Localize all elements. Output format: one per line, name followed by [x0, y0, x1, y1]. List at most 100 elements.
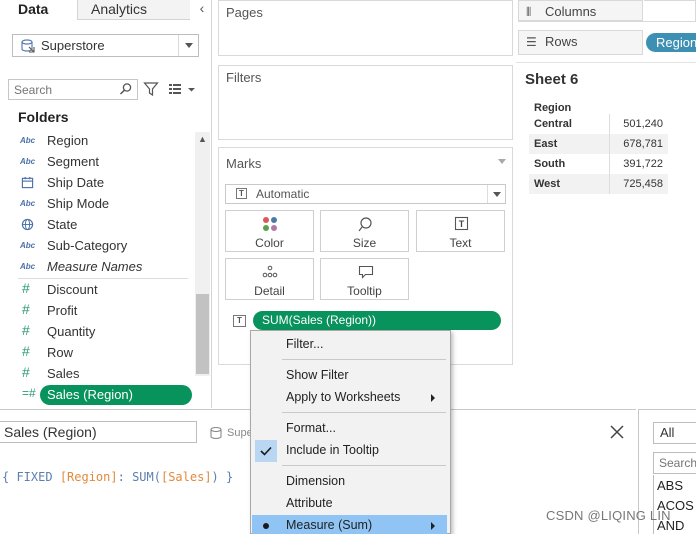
tab-analytics[interactable]: Analytics: [78, 0, 190, 20]
field-sales-region[interactable]: =# Sales (Region): [18, 385, 190, 405]
field-quantity[interactable]: # Quantity: [18, 322, 190, 342]
chevron-left-icon[interactable]: ‹: [194, 0, 210, 18]
menu-item-label: Dimension: [286, 474, 346, 488]
menu-item-filter[interactable]: Filter...: [252, 334, 447, 356]
scrollbar-thumb[interactable]: [196, 294, 209, 374]
svg-text:T: T: [459, 219, 465, 229]
value-cell[interactable]: 501,240: [608, 114, 668, 134]
close-icon[interactable]: [608, 423, 626, 441]
field-ship-date[interactable]: Ship Date: [18, 173, 190, 193]
region-cell[interactable]: East: [529, 134, 609, 154]
sum-sales-region-pill[interactable]: SUM(Sales (Region)): [253, 311, 501, 330]
size-label: Size: [352, 236, 377, 250]
datasource-dropdown[interactable]: Superstore: [12, 34, 199, 57]
search-input[interactable]: [14, 82, 114, 98]
submenu-arrow-icon: [431, 522, 435, 530]
field-label: Segment: [47, 154, 100, 169]
field-measure-names[interactable]: Abc Measure Names: [18, 257, 190, 277]
menu-item-include-in-tooltip[interactable]: Include in Tooltip: [252, 440, 447, 462]
number-type-icon: #: [22, 301, 30, 317]
field-label: Row: [47, 345, 74, 360]
calculation-name-input[interactable]: [0, 421, 197, 443]
pill-label: Region: [656, 35, 696, 50]
radio-bullet-icon: [255, 515, 277, 534]
menu-item-measure-sum[interactable]: Measure (Sum): [252, 515, 447, 534]
columns-shelf[interactable]: ⦀ Columns: [518, 0, 696, 22]
function-item[interactable]: ABS: [657, 478, 683, 493]
filters-title: Filters: [226, 70, 262, 85]
field-sales[interactable]: # Sales: [18, 364, 190, 384]
table-row[interactable]: West 725,458: [529, 174, 668, 194]
region-rows-pill[interactable]: Region: [646, 33, 696, 52]
table-row[interactable]: East 678,781: [529, 134, 668, 154]
field-segment[interactable]: Abc Segment: [18, 152, 190, 172]
tab-data[interactable]: Data: [0, 0, 78, 20]
field-divider: [18, 278, 188, 279]
tooltip-button[interactable]: Tooltip: [320, 258, 409, 300]
text-mark-icon[interactable]: T: [233, 315, 246, 327]
menu-item-label: Include in Tooltip: [286, 443, 379, 457]
region-column-header[interactable]: Region: [529, 95, 609, 114]
mark-type-dropdown[interactable]: T Automatic: [225, 184, 506, 204]
chevron-down-icon[interactable]: [178, 35, 198, 56]
string-type-icon: Abc: [20, 262, 36, 271]
formula-colon: :: [117, 470, 133, 484]
chevron-down-icon[interactable]: [498, 159, 506, 164]
color-icon: [263, 217, 277, 231]
mark-type-label: Automatic: [256, 187, 310, 201]
filters-shelf[interactable]: Filters: [218, 65, 513, 140]
field-discount[interactable]: # Discount: [18, 280, 190, 300]
folders-heading: Folders: [18, 109, 69, 125]
text-button[interactable]: T Text: [416, 210, 505, 252]
menu-item-apply-to-worksheets[interactable]: Apply to Worksheets: [252, 387, 447, 409]
region-cell[interactable]: West: [529, 174, 609, 194]
detail-icon: [262, 265, 278, 278]
submenu-arrow-icon: [431, 394, 435, 402]
field-state[interactable]: State: [18, 215, 190, 235]
calculation-formula-editor[interactable]: { FIXED [Region]: SUM([Sales]) }: [2, 470, 233, 484]
columns-drop-zone[interactable]: [644, 0, 696, 22]
number-type-icon: #: [22, 280, 30, 296]
chevron-down-icon[interactable]: [487, 185, 505, 203]
tooltip-label: Tooltip: [347, 284, 382, 298]
sheet-divider: [516, 62, 696, 63]
field-profit[interactable]: # Profit: [18, 301, 190, 321]
field-row[interactable]: # Row: [18, 343, 190, 363]
field-ship-mode[interactable]: Abc Ship Mode: [18, 194, 190, 214]
field-label: Sub-Category: [47, 238, 128, 253]
menu-item-attribute[interactable]: Attribute: [252, 493, 447, 515]
field-search[interactable]: [8, 79, 138, 100]
field-region[interactable]: Abc Region: [18, 131, 190, 151]
field-sub-category[interactable]: Abc Sub-Category: [18, 236, 190, 256]
size-button[interactable]: Size: [320, 210, 409, 252]
region-cell[interactable]: Central: [529, 114, 609, 134]
table-row[interactable]: Central 501,240: [529, 114, 668, 134]
color-label: Color: [255, 236, 284, 250]
pages-shelf[interactable]: Pages: [218, 0, 513, 56]
value-cell[interactable]: 725,458: [608, 174, 668, 194]
menu-item-show-filter[interactable]: Show Filter: [252, 365, 447, 387]
menu-item-format[interactable]: Format...: [252, 418, 447, 440]
filter-icon[interactable]: [143, 81, 159, 97]
sheet-title[interactable]: Sheet 6: [525, 71, 578, 88]
number-type-icon: #: [22, 322, 30, 338]
field-label: Region: [47, 133, 89, 148]
field-label: Ship Mode: [47, 196, 110, 211]
calendar-icon: [21, 176, 34, 189]
data-pane: Data Analytics ‹ Superstore Folders ▲ Ab…: [0, 0, 212, 408]
detail-button[interactable]: Detail: [225, 258, 314, 300]
view-options-icon[interactable]: [168, 81, 196, 97]
region-cell[interactable]: South: [529, 154, 609, 174]
color-button[interactable]: Color: [225, 210, 314, 252]
field-label: Sales: [47, 366, 80, 381]
formula-brace: {: [2, 470, 17, 484]
string-type-icon: Abc: [20, 241, 36, 250]
scroll-up-icon[interactable]: ▲: [195, 132, 210, 146]
search-icon[interactable]: [119, 82, 133, 96]
value-cell[interactable]: 391,722: [608, 154, 668, 174]
function-category-select[interactable]: All: [653, 422, 696, 444]
menu-item-dimension[interactable]: Dimension: [252, 471, 447, 493]
table-row[interactable]: South 391,722: [529, 154, 668, 174]
value-cell[interactable]: 678,781: [608, 134, 668, 154]
function-search-input[interactable]: [653, 452, 696, 474]
